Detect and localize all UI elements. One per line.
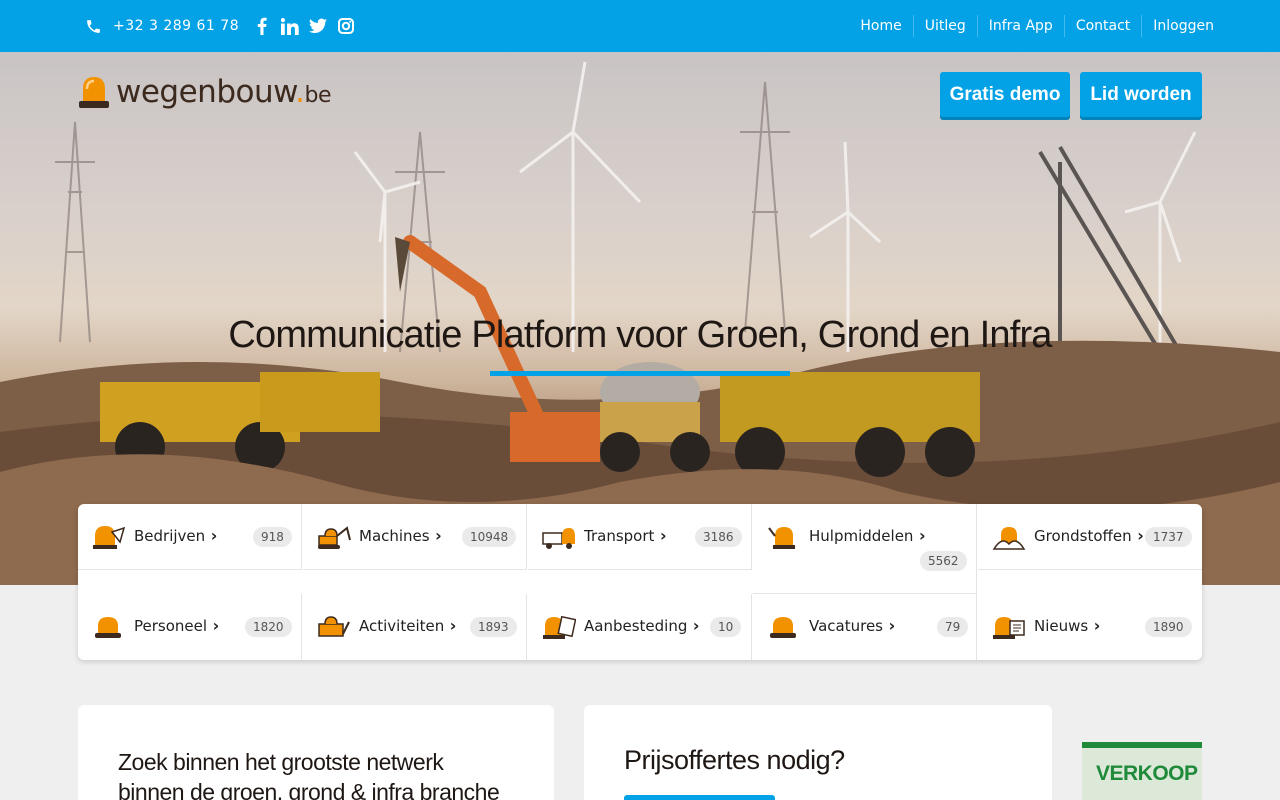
- excavator-icon: [318, 526, 351, 549]
- search-network-card: Zoek binnen het grootste netwerk binnen …: [78, 705, 554, 800]
- top-nav: Home Uitleg Infra App Contact Inloggen: [849, 0, 1214, 52]
- company-icon: [93, 526, 126, 549]
- category-vacatures[interactable]: Vacatures 79: [753, 594, 977, 660]
- nav-uitleg[interactable]: Uitleg: [912, 15, 977, 37]
- vacancy-icon: [770, 617, 796, 638]
- category-hulpmiddelen[interactable]: Hulpmiddelen 5562: [753, 504, 977, 594]
- top-bar: +32 3 289 61 78 Home Uitleg Infra App Co…: [0, 0, 1280, 52]
- category-label: Nieuws: [1034, 616, 1100, 635]
- category-grid: Bedrijven 918 Machines 10948 Transport 3…: [78, 504, 1202, 660]
- category-personeel[interactable]: Personeel 1820: [78, 594, 302, 660]
- category-machines[interactable]: Machines 10948: [303, 504, 527, 570]
- category-label: Activiteiten: [359, 616, 456, 635]
- nav-login[interactable]: Inloggen: [1141, 15, 1214, 37]
- ad-text: VERKOOP: [1096, 762, 1198, 785]
- category-label: Aanbesteding: [584, 616, 700, 635]
- category-label: Personeel: [134, 616, 219, 635]
- category-count: 918: [253, 527, 292, 547]
- nav-infra-app[interactable]: Infra App: [976, 15, 1064, 37]
- worker-icon: [95, 617, 121, 638]
- category-count: 1893: [470, 617, 517, 637]
- category-count: 1890: [1145, 617, 1192, 637]
- search-network-title: Zoek binnen het grootste netwerk binnen …: [118, 747, 500, 800]
- quotes-title: Prijsoffertes nodig?: [624, 745, 845, 775]
- logo-tld: be: [304, 83, 331, 108]
- advertisement-banner[interactable]: VERKOOP: [1082, 742, 1202, 800]
- hero-underline: [490, 371, 790, 376]
- category-count: 79: [937, 617, 969, 637]
- quotes-button[interactable]: [624, 795, 775, 800]
- truck-icon: [542, 528, 575, 549]
- quotes-card: Prijsoffertes nodig?: [584, 705, 1052, 800]
- social-links: [253, 15, 355, 37]
- category-label: Vacatures: [809, 616, 895, 635]
- category-count: 1820: [245, 617, 292, 637]
- search-network-line-1: Zoek binnen het grootste netwerk: [118, 749, 444, 775]
- search-network-line-2: binnen de groen, grond & infra branche: [118, 779, 500, 800]
- category-label: Transport: [584, 526, 667, 545]
- category-nieuws[interactable]: Nieuws 1890: [978, 594, 1202, 660]
- category-count: 10: [710, 617, 742, 637]
- category-transport[interactable]: Transport 3186: [528, 504, 752, 570]
- activities-icon: [318, 616, 350, 637]
- category-count: 5562: [920, 551, 967, 571]
- category-label: Grondstoffen: [1034, 526, 1144, 545]
- free-demo-button[interactable]: Gratis demo: [940, 72, 1070, 117]
- category-label: Hulpmiddelen: [809, 526, 926, 545]
- twitter-icon[interactable]: [309, 15, 327, 37]
- join-button[interactable]: Lid worden: [1080, 72, 1202, 117]
- news-icon: [993, 617, 1025, 639]
- category-activiteiten[interactable]: Activiteiten 1893: [303, 594, 527, 660]
- materials-icon: [992, 527, 1026, 550]
- category-label: Bedrijven: [134, 526, 217, 545]
- linkedin-icon[interactable]: [281, 15, 299, 37]
- instagram-icon[interactable]: [337, 15, 355, 37]
- facebook-icon[interactable]: [253, 15, 271, 37]
- nav-contact[interactable]: Contact: [1063, 15, 1141, 37]
- category-grondstoffen[interactable]: Grondstoffen 1737: [978, 504, 1202, 570]
- logo-name: wegenbouw: [116, 74, 296, 110]
- category-count: 10948: [462, 527, 517, 547]
- warning-light-icon: [79, 77, 109, 108]
- nav-home[interactable]: Home: [849, 15, 912, 37]
- site-logo[interactable]: wegenbouw.be: [78, 72, 331, 112]
- category-bedrijven[interactable]: Bedrijven 918: [78, 504, 302, 570]
- hero-title: Communicatie Platform voor Groen, Grond …: [228, 314, 1052, 356]
- category-aanbesteding[interactable]: Aanbesteding 10: [528, 594, 752, 660]
- category-count: 1737: [1145, 527, 1192, 547]
- phone-number: +32 3 289 61 78: [113, 18, 240, 34]
- category-count: 3186: [695, 527, 742, 547]
- phone-icon: [87, 19, 100, 33]
- tools-icon: [768, 527, 795, 549]
- phone-contact[interactable]: +32 3 289 61 78: [85, 16, 239, 36]
- tender-icon: [543, 615, 576, 639]
- category-label: Machines: [359, 526, 442, 545]
